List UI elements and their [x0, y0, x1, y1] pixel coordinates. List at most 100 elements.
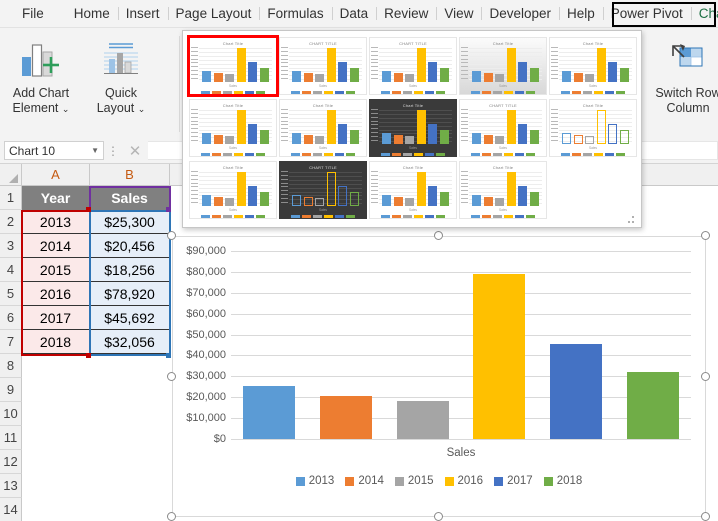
legend-item-2018[interactable]: 2018 — [543, 475, 582, 487]
row-header-4[interactable]: 4 — [0, 258, 22, 282]
chart-resize-handle[interactable] — [167, 512, 176, 521]
row-header-9[interactable]: 9 — [0, 378, 22, 402]
row-header-6[interactable]: 6 — [0, 306, 22, 330]
row-header-14[interactable]: 14 — [0, 498, 22, 521]
chart-bar-2018[interactable] — [626, 372, 679, 439]
legend-item-2013[interactable]: 2013 — [295, 475, 334, 487]
cell-a5-year[interactable]: 2016 — [22, 282, 90, 306]
chart-bar-2017[interactable] — [549, 343, 602, 439]
chart-bar-2013[interactable] — [243, 386, 296, 439]
chart-style-thumbnail-8[interactable]: Chart Title Sales — [369, 99, 457, 157]
cell-b7-sales[interactable]: $32,056 — [90, 330, 170, 354]
cell-a4-year[interactable]: 2015 — [22, 258, 90, 282]
ribbon-tab-page-layout[interactable]: Page Layout — [167, 2, 260, 25]
cell-a3-year[interactable]: 2014 — [22, 234, 90, 258]
chart-style-thumbnail-11[interactable]: Chart Title Sales — [189, 161, 277, 219]
chart-style-thumbnail-9[interactable]: CHART TITLE Sales — [459, 99, 547, 157]
ribbon-tab-power-pivot[interactable]: Power Pivot — [602, 2, 691, 25]
chart-resize-handle[interactable] — [701, 371, 710, 381]
chart-bar-2016[interactable] — [473, 274, 526, 439]
formula-bar-more-icon[interactable]: ⋮ — [104, 144, 122, 158]
chart-style-thumbnail-10[interactable]: Chart Title Sales — [549, 99, 637, 157]
legend-item-2016[interactable]: 2016 — [444, 475, 483, 487]
ribbon-tab-home[interactable]: Home — [66, 2, 118, 25]
chart-style-thumbnail-12[interactable]: CHART TITLE Sales — [279, 161, 367, 219]
chart-style-thumbnail-13[interactable]: Chart Title Sales — [369, 161, 457, 219]
ribbon-tab-chart-design[interactable]: Chart Design — [690, 2, 718, 25]
row-header-2[interactable]: 2 — [0, 210, 22, 234]
ribbon-tab-insert[interactable]: Insert — [117, 2, 168, 25]
chart-resize-handle[interactable] — [167, 371, 176, 381]
chart-resize-handle[interactable] — [701, 512, 710, 521]
row-header-5[interactable]: 5 — [0, 282, 22, 306]
thumbnail-bar — [236, 110, 246, 144]
column-header-b[interactable]: B — [90, 164, 170, 186]
quick-layout-caret-icon[interactable]: ⌄ — [138, 104, 146, 114]
select-all-corner[interactable] — [0, 164, 22, 186]
chart-style-thumbnail-3[interactable]: CHART TITLE Sales — [369, 37, 457, 95]
cancel-formula-icon[interactable]: ✕ — [122, 142, 148, 160]
ribbon-tab-formulas[interactable]: Formulas — [259, 2, 331, 25]
cell-b1-sales[interactable]: Sales — [90, 186, 170, 210]
add-chart-element-caret-icon[interactable]: ⌄ — [62, 104, 70, 114]
thumbnail-y-axis — [281, 109, 288, 144]
chart-style-thumbnail-1[interactable]: Chart Title Sales — [187, 35, 279, 97]
cell-b3-sales[interactable]: $20,456 — [90, 234, 170, 258]
chart-bar-2015[interactable] — [396, 400, 449, 439]
cell-a7-year[interactable]: 2018 — [22, 330, 90, 354]
thumbnail-y-axis — [191, 47, 198, 82]
range-handle[interactable] — [86, 353, 91, 358]
row-header-10[interactable]: 10 — [0, 402, 22, 426]
legend-item-2015[interactable]: 2015 — [394, 475, 434, 487]
chart-style-thumbnail-4[interactable]: Chart Title Sales — [459, 37, 547, 95]
chart-styles-gallery[interactable]: Chart Title Sales CHART TITLE Sales CHART TI… — [182, 30, 642, 228]
chart-bar-2014[interactable] — [319, 396, 372, 439]
chart-style-thumbnail-5[interactable]: Chart Title Sales — [549, 37, 637, 95]
row-header-3[interactable]: 3 — [0, 234, 22, 258]
cell-b6-sales[interactable]: $45,692 — [90, 306, 170, 330]
chart-resize-handle[interactable] — [701, 231, 710, 240]
row-header-7[interactable]: 7 — [0, 330, 22, 354]
gallery-resize-grip[interactable] — [628, 216, 637, 223]
cell-b2-sales[interactable]: $25,300 — [90, 210, 170, 234]
chart-style-thumbnail-7[interactable]: Chart Title Sales — [279, 99, 367, 157]
chart-style-thumbnail-14[interactable]: Chart Title Sales — [459, 161, 547, 219]
thumbnail-x-label: Sales — [589, 146, 597, 150]
ribbon-tab-developer[interactable]: Developer — [481, 2, 559, 25]
name-box-value: Chart 10 — [9, 143, 56, 158]
range-handle[interactable] — [86, 207, 91, 212]
chart-style-thumbnail-6[interactable]: Chart Title Sales — [189, 99, 277, 157]
cell-b4-sales[interactable]: $18,256 — [90, 258, 170, 282]
cell-a1-year[interactable]: Year — [22, 186, 90, 210]
thumbnail-bar — [349, 192, 359, 206]
cell-a6-year[interactable]: 2017 — [22, 306, 90, 330]
ribbon-tab-help[interactable]: Help — [559, 2, 603, 25]
chart-resize-handle[interactable] — [434, 231, 443, 240]
chart-style-thumbnail-2[interactable]: CHART TITLE Sales — [279, 37, 367, 95]
chart-resize-handle[interactable] — [167, 231, 176, 240]
row-header-1[interactable]: 1 — [0, 186, 22, 210]
name-box-chevron-down-icon[interactable]: ▼ — [91, 146, 99, 155]
row-header-11[interactable]: 11 — [0, 426, 22, 450]
switch-row-column-button[interactable]: Switch Row Column — [648, 36, 718, 116]
ribbon-tab-file[interactable]: File — [14, 2, 52, 25]
ribbon-tab-data[interactable]: Data — [331, 2, 377, 25]
cell-a2-year[interactable]: 2013 — [22, 210, 90, 234]
row-header-13[interactable]: 13 — [0, 474, 22, 498]
row-header-12[interactable]: 12 — [0, 450, 22, 474]
ribbon-tab-review[interactable]: Review — [376, 2, 436, 25]
chart-object[interactable]: $90,000 $80,000 $70,000 $60,000 $50,000 $40,0… — [172, 236, 706, 517]
quick-layout-button[interactable]: Quick Layout ⌄ — [84, 36, 158, 117]
ribbon-tab-view[interactable]: View — [436, 2, 481, 25]
thumbnail-bar — [315, 198, 325, 206]
legend-item-2017[interactable]: 2017 — [494, 475, 533, 487]
add-chart-element-button[interactable]: Add Chart Element ⌄ — [4, 36, 78, 117]
row-header-8[interactable]: 8 — [0, 354, 22, 378]
column-header-a[interactable]: A — [22, 164, 90, 186]
legend-item-2014[interactable]: 2014 — [345, 475, 384, 487]
range-handle[interactable] — [166, 207, 171, 212]
chart-resize-handle[interactable] — [434, 512, 443, 521]
name-box[interactable]: Chart 10 ▼ — [4, 141, 104, 160]
cell-b5-sales[interactable]: $78,920 — [90, 282, 170, 306]
range-handle[interactable] — [166, 353, 171, 358]
